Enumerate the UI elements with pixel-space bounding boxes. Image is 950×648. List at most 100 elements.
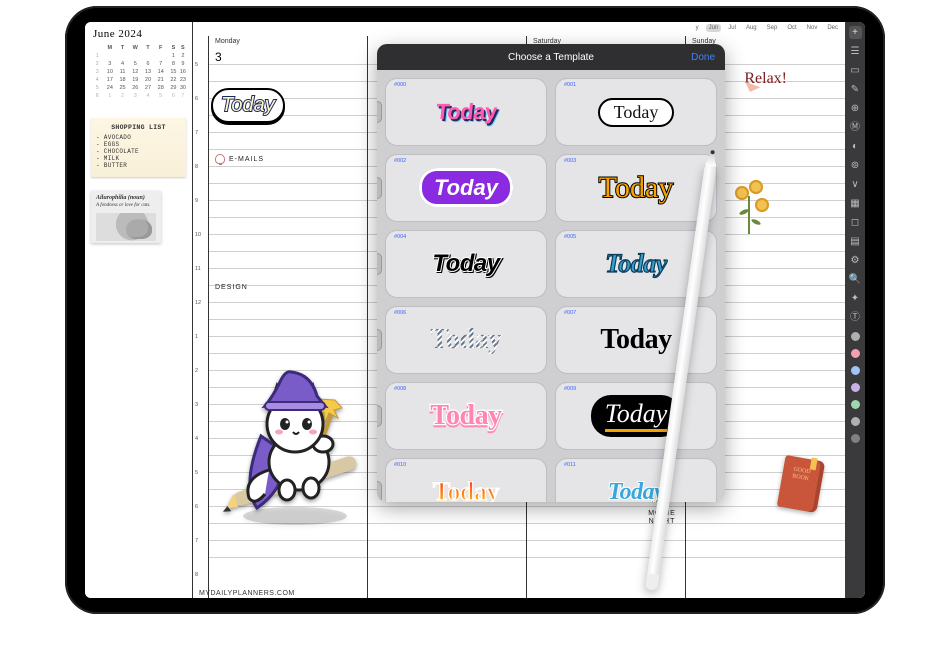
toolbar-button[interactable]: ⊕ <box>849 102 862 115</box>
event-label[interactable]: DESIGN <box>215 284 248 291</box>
template-option[interactable]: #009Today <box>555 382 717 450</box>
toolbar-button[interactable]: ✎ <box>849 83 862 96</box>
template-option[interactable]: #001Today <box>555 78 717 146</box>
template-number: #006 <box>394 310 406 316</box>
cat-photo <box>96 213 156 241</box>
month-tab[interactable]: Sep <box>764 24 781 32</box>
flower-sticker[interactable] <box>731 180 767 234</box>
shopping-item: - AVOCADO <box>96 134 181 141</box>
footer-url: MYDAILYPLANNERS.COM <box>199 590 295 597</box>
template-number: #011 <box>564 462 576 468</box>
template-number: #003 <box>564 158 576 164</box>
shopping-item: - MILK <box>96 155 181 162</box>
hour-label: 2 <box>193 368 208 402</box>
binder-clip-icon <box>377 405 382 427</box>
template-option[interactable]: #000Today <box>385 78 547 146</box>
template-number: #005 <box>564 234 576 240</box>
toolbar-color-dot[interactable] <box>851 332 860 341</box>
template-option[interactable]: #006Today <box>385 306 547 374</box>
month-tab[interactable]: Jun <box>706 24 722 32</box>
binder-clip-icon <box>377 253 382 275</box>
month-tab[interactable]: Nov <box>804 24 821 32</box>
mini-calendar[interactable]: MTWTFSS 11223456789310111213141516417181… <box>91 44 186 100</box>
binder-clip-icon <box>377 177 382 199</box>
toolbar-button[interactable]: Ⓜ <box>849 121 862 134</box>
template-option[interactable]: #010Today <box>385 458 547 502</box>
quote-definition: A fondness or love for cats. <box>96 203 156 209</box>
day-name: Monday <box>209 36 367 50</box>
hour-label: 8 <box>193 164 208 198</box>
month-tabs[interactable]: y JunJul Aug SepOct NovDec <box>693 24 841 32</box>
template-number: #010 <box>394 462 406 468</box>
shopping-item: - CHOCOLATE <box>96 148 181 155</box>
toolbar-add-button[interactable]: + <box>849 26 862 39</box>
hour-label: 7 <box>193 538 208 572</box>
wizard-cat-sticker[interactable] <box>221 366 371 526</box>
toolbar-color-dot[interactable] <box>851 400 860 409</box>
month-tab[interactable]: y <box>693 24 702 32</box>
binder-clip-icon <box>377 481 382 502</box>
bell-icon <box>215 154 225 164</box>
template-option[interactable]: #003Today <box>555 154 717 222</box>
toolbar-button[interactable]: ◐ <box>849 140 862 153</box>
toolbar-color-dot[interactable] <box>851 349 860 358</box>
toolbar-button[interactable]: ◻ <box>849 216 862 229</box>
binder-clip-icon <box>377 329 382 351</box>
template-option[interactable]: #002Today <box>385 154 547 222</box>
modal-title: Choose a Template <box>508 52 594 63</box>
quote-word: Ailurophilia (noun) <box>96 195 156 201</box>
month-tab[interactable]: Aug <box>743 24 760 32</box>
month-tab[interactable]: Jul <box>725 24 739 32</box>
template-number: #002 <box>394 158 406 164</box>
hour-label: 9 <box>193 198 208 232</box>
template-option[interactable]: #011Today <box>555 458 717 502</box>
hour-label: 7 <box>193 130 208 164</box>
template-option[interactable]: #008Today <box>385 382 547 450</box>
hour-label: 6 <box>193 96 208 130</box>
today-sticker[interactable]: Today <box>221 94 275 117</box>
template-number: #001 <box>564 82 576 88</box>
template-number: #009 <box>564 386 576 392</box>
left-sidebar: June 2024 MTWTFSS 1122345678931011121314… <box>85 22 193 598</box>
month-tab[interactable]: Oct <box>784 24 799 32</box>
toolbar-button[interactable]: ▤ <box>849 235 862 248</box>
app-toolbar[interactable]: + ☰ ▭ ✎ ⊕ Ⓜ ◐ ⊚ ∨ ▦ ◻ ▤ ⚙ 🔍 ✦ Ⓣ <box>845 22 865 598</box>
template-option[interactable]: #004Today <box>385 230 547 298</box>
toolbar-button[interactable]: ☰ <box>849 45 862 58</box>
toolbar-button[interactable]: ⊚ <box>849 159 862 172</box>
shopping-item: - EGGS <box>96 141 181 148</box>
template-number: #007 <box>564 310 576 316</box>
toolbar-button[interactable]: ⚙ <box>849 254 862 267</box>
hour-label: 1 <box>193 334 208 368</box>
modal-titlebar: Choose a Template Done <box>377 44 725 70</box>
template-number: #004 <box>394 234 406 240</box>
toolbar-button[interactable]: ✦ <box>849 292 862 305</box>
toolbar-color-dot[interactable] <box>851 434 860 443</box>
shopping-item: - BUTTER <box>96 162 181 169</box>
toolbar-color-dot[interactable] <box>851 417 860 426</box>
toolbar-button[interactable]: ▦ <box>849 197 862 210</box>
hour-label: 10 <box>193 232 208 266</box>
done-button[interactable]: Done <box>691 52 715 63</box>
month-title: June 2024 <box>93 28 186 40</box>
ipad-frame: June 2024 MTWTFSS 1122345678931011121314… <box>65 6 885 614</box>
screen: June 2024 MTWTFSS 1122345678931011121314… <box>85 22 865 598</box>
template-number: #000 <box>394 82 406 88</box>
hours-column: 567891011121234567891011 <box>193 36 209 598</box>
binder-clip-icon <box>377 101 382 123</box>
hour-label: 6 <box>193 504 208 538</box>
shopping-header: SHOPPING LIST <box>96 124 181 131</box>
month-tab[interactable]: Dec <box>824 24 841 32</box>
template-number: #008 <box>394 386 406 392</box>
relax-sticker[interactable]: Relax! <box>744 70 787 88</box>
event-label[interactable]: E-MAILS <box>215 154 264 164</box>
toolbar-color-dot[interactable] <box>851 383 860 392</box>
toolbar-button[interactable]: Ⓣ <box>849 311 862 324</box>
toolbar-button[interactable]: ∨ <box>849 178 862 191</box>
hour-label: 11 <box>193 266 208 300</box>
hour-label: 12 <box>193 300 208 334</box>
hour-label: 4 <box>193 436 208 470</box>
toolbar-button[interactable]: ▭ <box>849 64 862 77</box>
toolbar-color-dot[interactable] <box>851 366 860 375</box>
toolbar-button[interactable]: 🔍 <box>849 273 862 286</box>
